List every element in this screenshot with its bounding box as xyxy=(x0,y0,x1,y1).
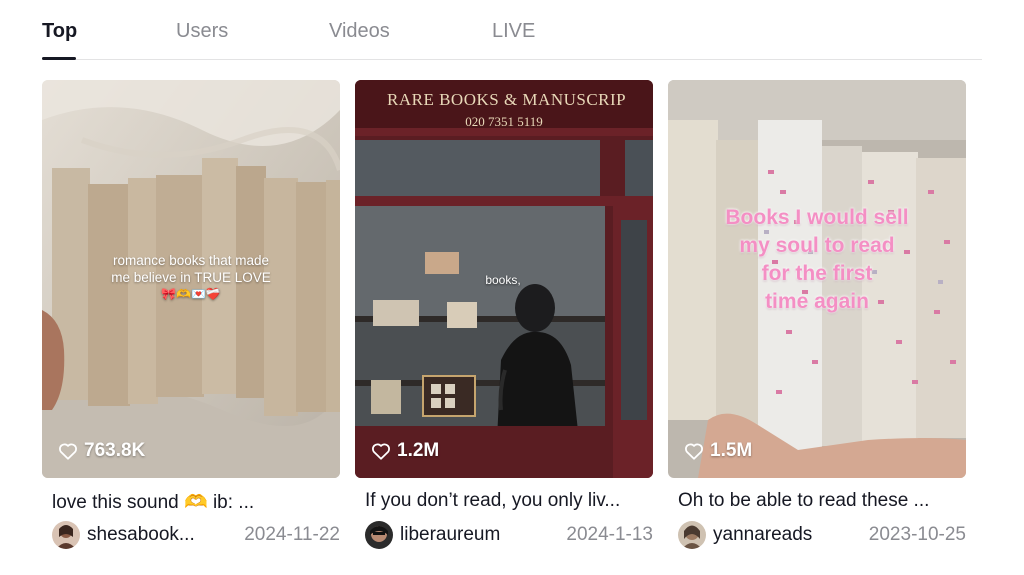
overlay-line: Books I would sell xyxy=(725,206,909,229)
tab-users[interactable]: Users xyxy=(176,20,228,43)
video-thumbnail[interactable]: Books I would sell my soul to read for t… xyxy=(668,80,966,478)
heart-outline-icon xyxy=(58,442,78,460)
avatar[interactable] xyxy=(365,521,393,549)
video-card: Books I would sell my soul to read for t… xyxy=(668,80,966,560)
overlay-emoji: 🎀🫶💌❤️‍🩹 xyxy=(161,287,221,301)
username[interactable]: liberaureum xyxy=(400,524,500,546)
tab-videos[interactable]: Videos xyxy=(329,20,390,43)
tab-top[interactable]: Top xyxy=(42,20,77,43)
video-card: RARE BOOKS & MANUSCRIP 020 7351 5119 boo… xyxy=(355,80,653,560)
store-phone-text: 020 7351 5119 xyxy=(465,114,543,129)
heart-outline-icon xyxy=(371,442,391,460)
like-count: 1.2M xyxy=(371,440,439,462)
search-tabs: Top Users Videos LIVE xyxy=(0,0,1024,60)
thumbnail-overlay-text: books, xyxy=(485,273,521,287)
post-date: 2024-1-13 xyxy=(566,524,653,545)
like-count: 763.8K xyxy=(58,440,145,462)
overlay-line: my soul to read xyxy=(739,234,895,257)
like-count-value: 1.5M xyxy=(710,440,753,461)
thumbnail-overlay-text: romance books that made me believe in TR… xyxy=(42,252,340,303)
video-meta: shesabook... 2024-11-22 xyxy=(52,520,340,550)
like-count-value: 1.2M xyxy=(397,440,440,461)
tabs-divider xyxy=(42,59,982,60)
active-tab-indicator xyxy=(42,57,76,60)
overlay-line: romance books that made xyxy=(112,253,270,268)
overlay-line: time again xyxy=(765,290,869,313)
video-thumbnail[interactable]: RARE BOOKS & MANUSCRIP 020 7351 5119 boo… xyxy=(355,80,653,478)
like-count: 1.5M xyxy=(684,440,752,462)
tab-live[interactable]: LIVE xyxy=(492,20,535,43)
like-count-value: 763.8K xyxy=(84,440,146,461)
video-card: romance books that made me believe in TR… xyxy=(42,80,340,560)
video-caption[interactable]: love this sound 🫶 ib: ... xyxy=(52,490,336,514)
overlay-line: me believe in TRUE LOVE xyxy=(111,270,271,285)
post-date: 2024-11-22 xyxy=(244,524,340,545)
video-thumbnail[interactable]: romance books that made me believe in TR… xyxy=(42,80,340,478)
video-meta: liberaureum 2024-1-13 xyxy=(365,520,653,550)
username[interactable]: yannareads xyxy=(713,524,812,546)
username[interactable]: shesabook... xyxy=(87,524,195,546)
video-caption[interactable]: Oh to be able to read these ... xyxy=(678,490,962,512)
video-meta: yannareads 2023-10-25 xyxy=(678,520,966,550)
store-sign-text: RARE BOOKS & MANUSCRIP xyxy=(387,90,627,109)
video-caption[interactable]: If you don’t read, you only liv... xyxy=(365,490,649,512)
thumbnail-overlay-text: Books I would sell my soul to read for t… xyxy=(668,204,966,316)
avatar[interactable] xyxy=(52,521,80,549)
post-date: 2023-10-25 xyxy=(868,524,966,545)
avatar[interactable] xyxy=(678,521,706,549)
overlay-line: for the first xyxy=(761,262,873,285)
heart-outline-icon xyxy=(684,442,704,460)
